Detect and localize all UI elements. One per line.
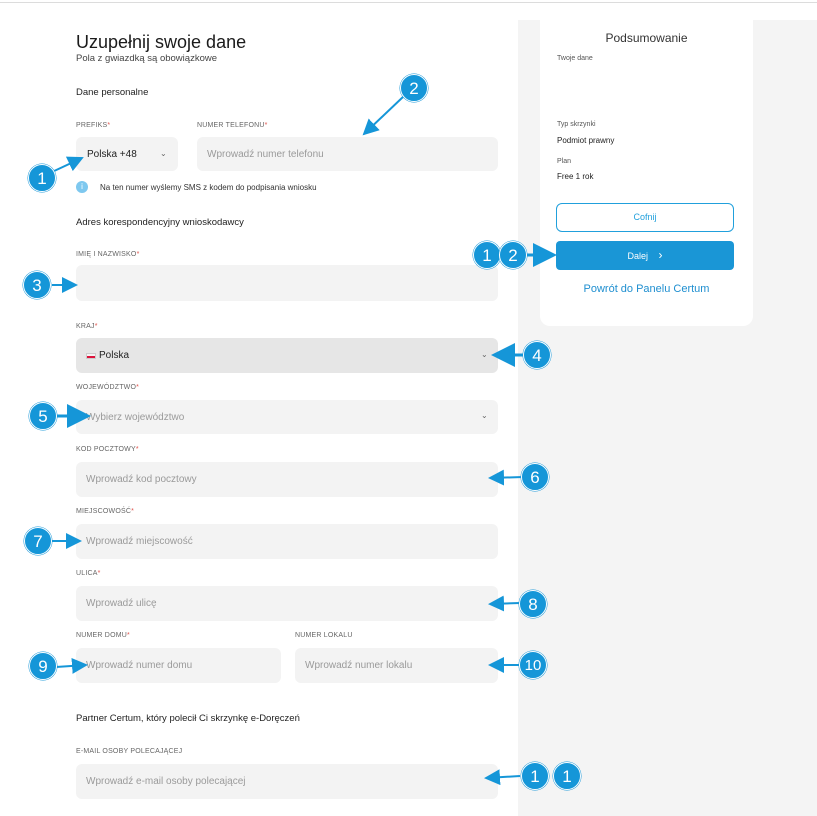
marker-email-1: 1	[521, 762, 549, 790]
marker-email-2: 1	[553, 762, 581, 790]
marker-next-1: 1	[473, 241, 501, 269]
marker-6: 6	[521, 463, 549, 491]
annotation-arrows	[51, 95, 557, 786]
marker-8: 8	[519, 590, 547, 618]
marker-4: 4	[523, 341, 551, 369]
marker-5: 5	[29, 402, 57, 430]
marker-7: 7	[24, 527, 52, 555]
marker-next-2: 2	[499, 241, 527, 269]
marker-2: 2	[400, 74, 428, 102]
marker-1: 1	[28, 164, 56, 192]
marker-10: 10	[519, 651, 547, 679]
marker-9: 9	[29, 652, 57, 680]
marker-3: 3	[23, 271, 51, 299]
